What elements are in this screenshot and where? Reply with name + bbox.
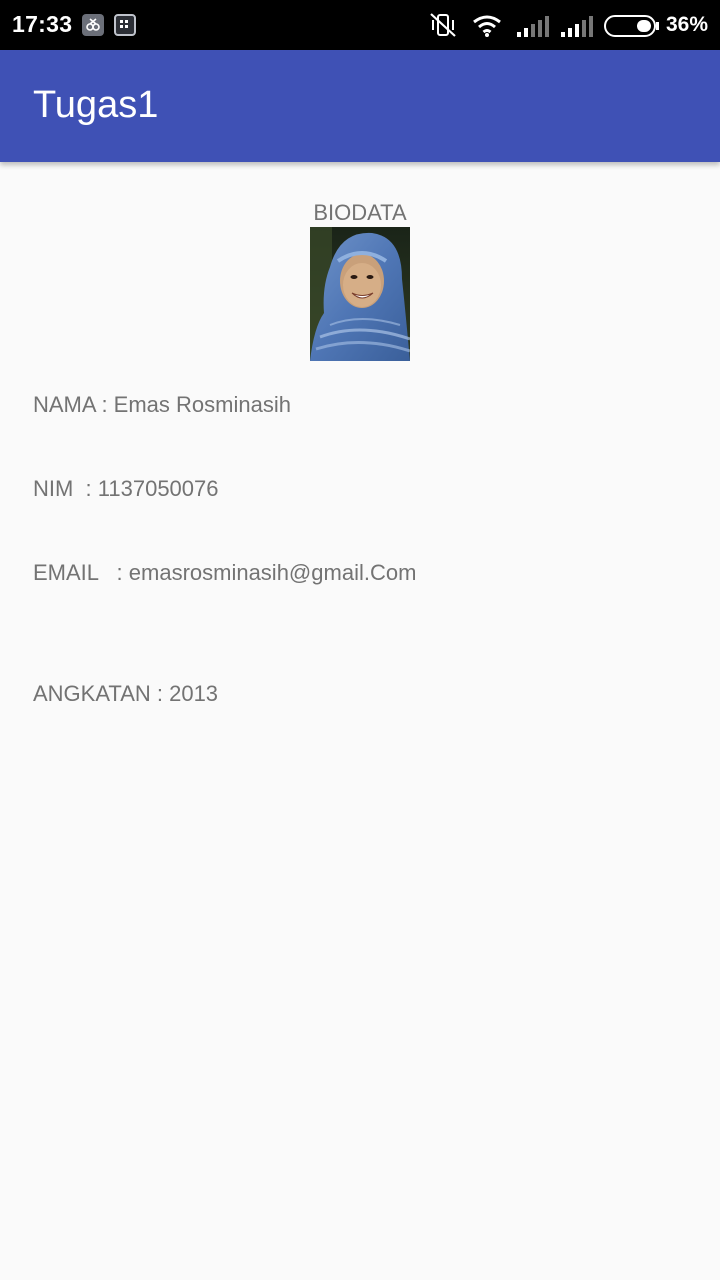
clipboard-notification-icon xyxy=(82,14,104,36)
battery-icon xyxy=(604,15,660,42)
app-bar: Tugas1 xyxy=(0,50,720,162)
biodata-heading: BIODATA xyxy=(313,200,407,225)
status-icons: 36% xyxy=(420,0,720,50)
main-content: BIODATA NAMA: Emas Rosminasih NIM: 113… xyxy=(0,162,720,1280)
field-nama: NAMA : Emas Rosminasih xyxy=(33,392,291,417)
app-title: Tugas1 xyxy=(33,84,159,126)
status-bar: 17:33 36% xyxy=(0,0,720,50)
profile-photo xyxy=(310,227,410,361)
bbm-notification-icon xyxy=(114,14,136,36)
field-email: EMAIL : emasrosminasih@gmail.Com xyxy=(33,560,417,585)
signal-2-icon xyxy=(560,14,594,43)
signal-1-icon xyxy=(516,14,550,43)
wifi-icon xyxy=(472,14,502,43)
battery-percent: 36% xyxy=(665,13,708,36)
field-nim: NIM : 1137050076 xyxy=(33,476,219,501)
status-time: 17:33 xyxy=(12,11,73,37)
field-angkatan: ANGKATAN : 2013 xyxy=(33,681,219,706)
vibrate-off-icon xyxy=(428,12,458,43)
